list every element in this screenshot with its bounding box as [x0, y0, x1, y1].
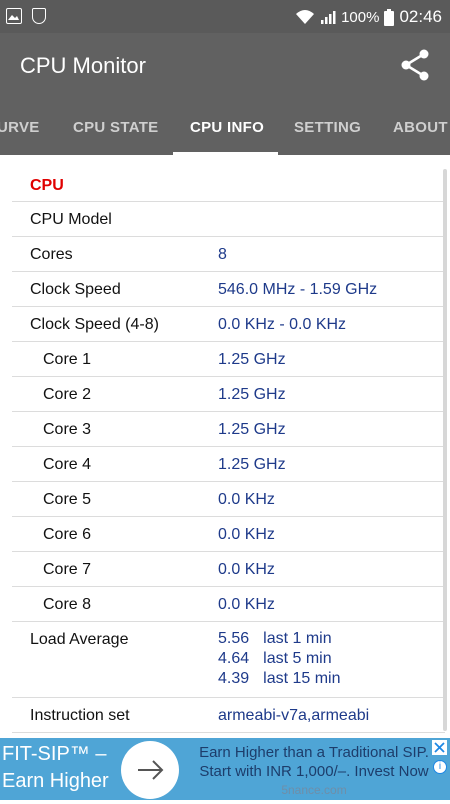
load-value: 4.39	[218, 670, 250, 687]
tab-bar: URVE CPU STATE CPU INFO SETTING ABOUT	[0, 100, 450, 155]
row-value: 0.0 KHz	[218, 491, 275, 508]
info-row-clock-speed: Clock Speed 546.0 MHz - 1.59 GHz	[12, 272, 445, 307]
row-value: armeabi-v7a,armeabi	[218, 707, 370, 724]
row-value: 0.0 KHz - 0.0 KHz	[218, 316, 347, 333]
row-value: 1.25 GHz	[218, 421, 286, 438]
row-value: 546.0 MHz - 1.59 GHz	[218, 281, 378, 298]
info-row-core-7: Core 7 0.0 KHz	[12, 552, 445, 587]
load-line-5min: 4.64 last 5 min	[218, 649, 341, 669]
tab-curve[interactable]: URVE	[0, 119, 40, 136]
row-value: 0.0 KHz	[218, 596, 275, 613]
row-label: Clock Speed	[30, 281, 121, 298]
signal-icon	[321, 11, 336, 24]
info-row-core-1: Core 1 1.25 GHz	[12, 342, 445, 377]
row-label: Core 8	[43, 596, 92, 613]
share-icon[interactable]	[398, 48, 432, 82]
load-period: last 5 min	[263, 650, 332, 667]
info-row-core-2: Core 2 1.25 GHz	[12, 377, 445, 412]
row-label: Core 3	[43, 421, 92, 438]
row-label: Core 5	[43, 491, 92, 508]
gallery-icon	[6, 8, 22, 24]
ad-domain: 5nance.com	[281, 783, 347, 797]
tab-cpu-state[interactable]: CPU STATE	[73, 119, 158, 136]
scrollbar[interactable]	[443, 169, 447, 731]
load-line-1min: 5.56 last 1 min	[218, 629, 341, 649]
info-row-clock-speed-4-8: Clock Speed (4-8) 0.0 KHz - 0.0 KHz	[12, 307, 445, 342]
ad-banner[interactable]: FIT-SIP™ – Earn Higher Earn Higher than …	[0, 738, 450, 800]
row-value: 8	[218, 246, 227, 263]
ad-body[interactable]: Earn Higher than a Traditional SIP. Star…	[185, 743, 443, 800]
arrow-right-icon	[138, 760, 164, 780]
load-line-15min: 4.39 last 15 min	[218, 669, 341, 689]
load-average-values: 5.56 last 1 min 4.64 last 5 min 4.39 las…	[218, 629, 341, 689]
info-row-core-5: Core 5 0.0 KHz	[12, 482, 445, 517]
row-value: 0.0 KHz	[218, 526, 275, 543]
status-bar: 100% 02:46	[0, 0, 450, 33]
row-value: 0.0 KHz	[218, 561, 275, 578]
info-row-load-average: Load Average 5.56 last 1 min 4.64 last 5…	[12, 622, 445, 698]
clock: 02:46	[399, 7, 442, 26]
load-value: 5.56	[218, 630, 250, 647]
wifi-icon	[296, 10, 315, 24]
battery-icon	[384, 8, 395, 26]
info-row-core-4: Core 4 1.25 GHz	[12, 447, 445, 482]
row-label: Core 4	[43, 456, 92, 473]
ad-arrow-button[interactable]	[121, 741, 179, 799]
tab-cpu-info[interactable]: CPU INFO	[190, 119, 264, 136]
row-label: Core 1	[43, 351, 92, 368]
row-label: Load Average	[30, 631, 129, 648]
section-title: CPU	[30, 177, 64, 194]
info-row-core-3: Core 3 1.25 GHz	[12, 412, 445, 447]
row-label: Clock Speed (4-8)	[30, 316, 159, 333]
row-label: Cores	[30, 246, 73, 263]
ad-headline-line-2: Earn Higher	[2, 770, 109, 792]
app-title: CPU Monitor	[20, 53, 146, 78]
tab-about[interactable]: ABOUT	[393, 119, 448, 136]
info-row-cpu-model: CPU Model	[12, 202, 445, 237]
row-label: Instruction set	[30, 707, 130, 724]
row-value: 1.25 GHz	[218, 351, 286, 368]
ad-body-line-2: Start with INR 1,000/–. Invest Now	[199, 763, 429, 780]
load-period: last 1 min	[263, 630, 332, 647]
app-bar: CPU Monitor	[0, 33, 450, 100]
info-row-cores: Cores 8	[12, 237, 445, 272]
ad-body-line-1: Earn Higher than a Traditional SIP.	[199, 744, 429, 761]
ad-headline-line-1: FIT-SIP™ –	[2, 743, 107, 765]
row-label: Core 2	[43, 386, 92, 403]
section-header: CPU	[12, 167, 445, 202]
info-row-instruction-set: Instruction set armeabi-v7a,armeabi	[12, 698, 445, 733]
shield-icon	[32, 8, 46, 24]
row-value: 1.25 GHz	[218, 386, 286, 403]
load-value: 4.64	[218, 650, 250, 667]
row-label: Core 7	[43, 561, 92, 578]
tab-setting[interactable]: SETTING	[294, 119, 361, 136]
ad-headline[interactable]: FIT-SIP™ – Earn Higher	[2, 741, 109, 795]
cpu-info-list[interactable]: CPU CPU Model Cores 8 Clock Speed 546.0 …	[0, 155, 450, 738]
row-label: Core 6	[43, 526, 92, 543]
row-label: CPU Model	[30, 211, 112, 228]
info-row-core-8: Core 8 0.0 KHz	[12, 587, 445, 622]
battery-percent: 100%	[341, 8, 380, 26]
adchoices-icon[interactable]: i	[433, 760, 447, 774]
row-value: 1.25 GHz	[218, 456, 286, 473]
info-row-core-6: Core 6 0.0 KHz	[12, 517, 445, 552]
load-period: last 15 min	[263, 670, 341, 687]
close-icon[interactable]	[432, 740, 447, 755]
